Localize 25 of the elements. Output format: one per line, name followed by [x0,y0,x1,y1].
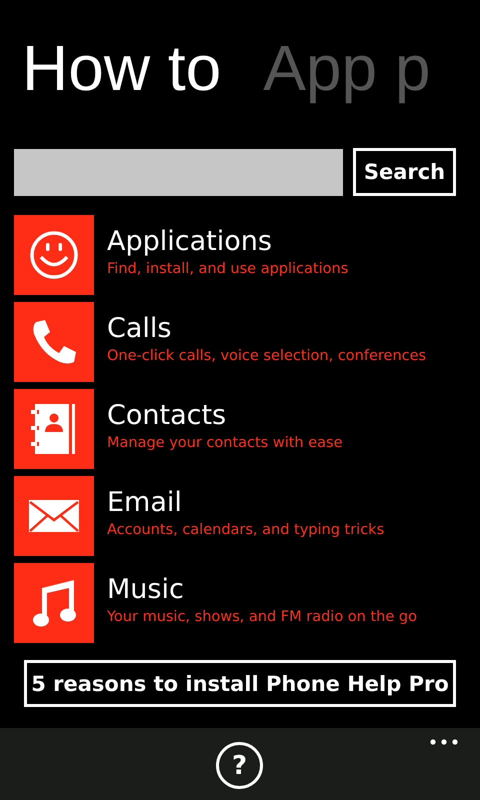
topic-tile[interactable] [14,389,94,469]
topic-tile[interactable] [14,215,94,295]
topic-description: One-click calls, voice selection, conferences [107,347,426,366]
pivot-header[interactable]: How to [20,26,228,100]
topic-description: Manage your contacts with ease [107,434,342,453]
topic-title[interactable]: Email [107,486,182,520]
topic-description: Accounts, calendars, and typing tricks [107,521,384,540]
search-field[interactable] [14,148,343,196]
topic-tile[interactable] [14,302,94,382]
topic-title[interactable]: Contacts [107,399,226,433]
topic-title[interactable]: Calls [107,312,172,346]
topic-description: Find, install, and use applications [107,260,348,279]
help-button[interactable]: ? [216,742,263,789]
more-icon[interactable] [430,739,458,745]
envelope-icon [29,500,79,532]
topic-tile[interactable] [14,476,94,556]
topic-description: Your music, shows, and FM radio on the go [107,608,417,627]
music-note-icon [32,578,76,628]
search-button[interactable]: Search [353,148,456,196]
smiley-icon [29,230,79,280]
contact-book-icon [31,402,77,456]
topic-title[interactable]: Applications [107,225,272,259]
promo-button[interactable]: 5 reasons to install Phone Help Pro [24,660,456,707]
topic-title[interactable]: Music [107,573,184,607]
topic-tile[interactable] [14,563,94,643]
